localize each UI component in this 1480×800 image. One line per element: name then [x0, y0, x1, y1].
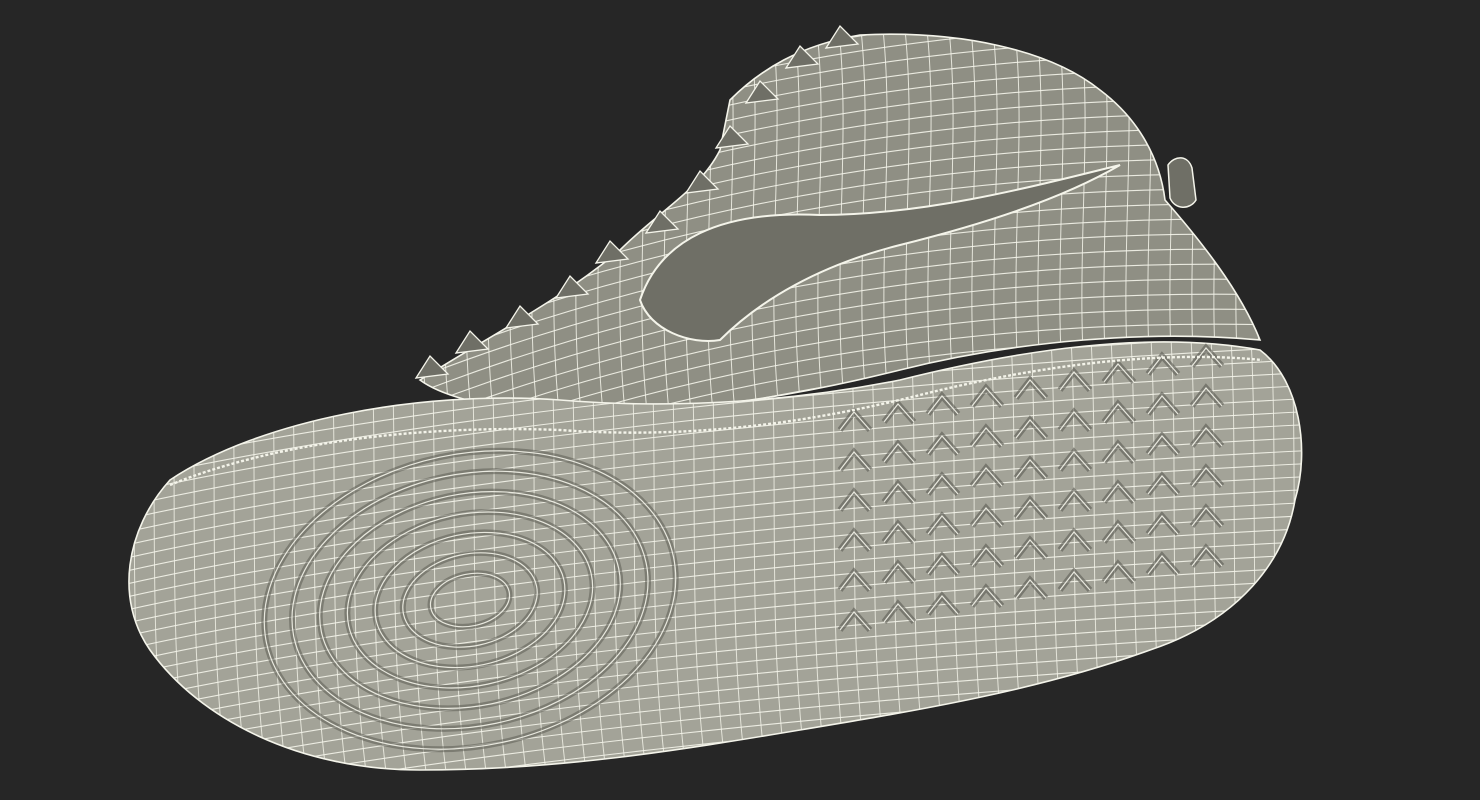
render-viewport[interactable]: [0, 0, 1480, 800]
sole-wire-v-59: [1289, 341, 1302, 770]
sole-wire-v-0: [128, 341, 131, 770]
sneaker-model: [128, 24, 1303, 771]
heel-pull-tab: [1167, 157, 1197, 208]
